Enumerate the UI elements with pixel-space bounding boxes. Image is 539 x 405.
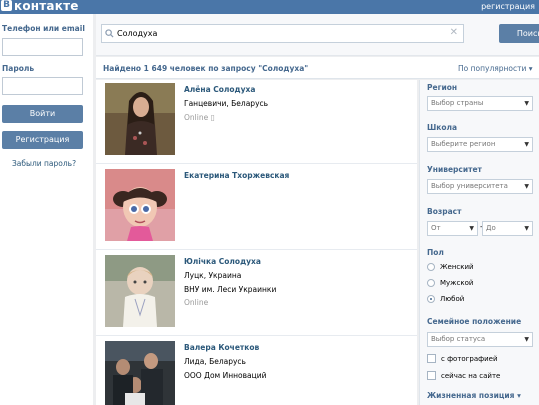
radio-icon (427, 279, 435, 287)
region-label: Регион (427, 83, 458, 92)
chevron-down-icon: ▼ (524, 225, 529, 232)
login-button[interactable]: Войти (2, 105, 83, 123)
age-to-value: До (486, 224, 496, 232)
result-name[interactable]: Екатерина Тхоржевская (184, 171, 289, 180)
sex-label: Пол (427, 248, 444, 257)
register-link[interactable]: регистрация (481, 0, 535, 13)
forgot-password-link[interactable]: Забыли пароль? (12, 159, 76, 168)
result-workplace: ООО Дом Инноваций (184, 371, 267, 380)
chevron-down-icon: ▼ (524, 336, 529, 343)
age-to-select[interactable]: До ▼ (482, 221, 533, 236)
school-label: Школа (427, 123, 458, 132)
online-status: Online (184, 298, 209, 307)
marital-label: Семейное положение (427, 317, 522, 326)
sex-option-label: Любой (440, 295, 465, 303)
sex-option-label: Мужской (440, 279, 474, 287)
phone-input[interactable] (2, 38, 83, 56)
radio-selected-icon (427, 295, 435, 303)
sort-label: По популярности (458, 64, 527, 73)
result-location: Ганцевичи, Беларусь (184, 99, 269, 108)
search-button[interactable]: Поиск (499, 24, 539, 43)
list-item: Валера Кочетков Лида, Беларусь ООО Дом И… (96, 338, 417, 405)
sex-any-radio[interactable]: Любой (427, 295, 464, 303)
results-header: Найдено 1 649 человек по запросу "Солоду… (96, 57, 539, 79)
search-bar: Солодуха ✕ Поиск (96, 14, 539, 56)
results-list: Алёна Солодуха Ганцевичи, Беларусь Onlin… (96, 80, 417, 405)
age-from-select[interactable]: От ▼ (427, 221, 478, 236)
university-label: Университет (427, 165, 482, 174)
result-name[interactable]: Юлічка Солодуха (184, 257, 261, 266)
chevron-down-icon: ▼ (524, 183, 529, 190)
search-icon (105, 29, 114, 38)
vk-logo[interactable]: В контакте (1, 0, 79, 13)
top-bar: В контакте регистрация (0, 0, 539, 14)
list-item: Алёна Солодуха Ганцевичи, Беларусь Onlin… (96, 80, 417, 164)
chevron-down-icon: ▼ (524, 100, 529, 107)
phone-label: Телефон или email (2, 24, 85, 33)
result-university: ВНУ им. Леси Украинки (184, 285, 277, 294)
result-name[interactable]: Валера Кочетков (184, 343, 259, 352)
region-select[interactable]: Выбор страны ▼ (427, 96, 533, 111)
marital-select[interactable]: Выбор статуса ▼ (427, 332, 533, 347)
result-name[interactable]: Алёна Солодуха (184, 85, 255, 94)
online-now-checkbox[interactable]: сейчас на сайте (427, 371, 500, 380)
search-input[interactable]: Солодуха ✕ (101, 24, 464, 43)
region-value: Выбор страны (431, 99, 484, 107)
sort-dropdown[interactable]: По популярности ▾ (458, 64, 533, 73)
with-photo-checkbox[interactable]: с фотографией (427, 354, 498, 363)
chevron-down-icon: ▾ (528, 64, 533, 73)
logo-letter: В (1, 0, 12, 11)
list-item: Екатерина Тхоржевская (96, 166, 417, 250)
password-label: Пароль (2, 64, 35, 73)
sex-female-radio[interactable]: Женский (427, 263, 474, 271)
register-button[interactable]: Регистрация (2, 131, 83, 149)
with-photo-label: с фотографией (441, 354, 498, 363)
chevron-down-icon: ▼ (469, 225, 474, 232)
avatar[interactable] (105, 169, 175, 241)
school-select[interactable]: Выберите регион ▼ (427, 137, 533, 152)
checkbox-icon (427, 371, 436, 380)
sex-male-radio[interactable]: Мужской (427, 279, 473, 287)
life-position-toggle[interactable]: Жизненная позиция ▾ (427, 391, 521, 400)
password-input[interactable] (2, 77, 83, 95)
radio-icon (427, 263, 435, 271)
filters-panel: Регион Выбор страны ▼ Школа Выберите реги… (419, 80, 539, 405)
result-location: Луцк, Украина (184, 271, 242, 280)
chevron-down-icon: ▼ (524, 141, 529, 148)
age-from-value: От (431, 224, 441, 232)
login-sidebar: Телефон или email Пароль Войти Регистрац… (0, 14, 93, 405)
marital-value: Выбор статуса (431, 335, 486, 343)
online-now-label: сейчас на сайте (441, 371, 501, 380)
university-select[interactable]: Выбор университета ▼ (427, 179, 533, 194)
avatar[interactable] (105, 83, 175, 155)
sex-option-label: Женский (440, 263, 474, 271)
search-query: Солодуха (117, 29, 158, 38)
list-item: Юлічка Солодуха Луцк, Украина ВНУ им. Ле… (96, 252, 417, 336)
logo-text: контакте (14, 0, 79, 13)
result-location: Лида, Беларусь (184, 357, 246, 366)
close-icon[interactable]: ✕ (450, 27, 458, 38)
online-status: Online ▯ (184, 113, 215, 122)
university-value: Выбор университета (431, 182, 508, 190)
school-value: Выберите регион (431, 140, 496, 148)
age-label: Возраст (427, 207, 462, 216)
avatar[interactable] (105, 255, 175, 327)
checkbox-icon (427, 354, 436, 363)
results-count: Найдено 1 649 человек по запросу "Солоду… (103, 64, 309, 73)
avatar[interactable] (105, 341, 175, 405)
